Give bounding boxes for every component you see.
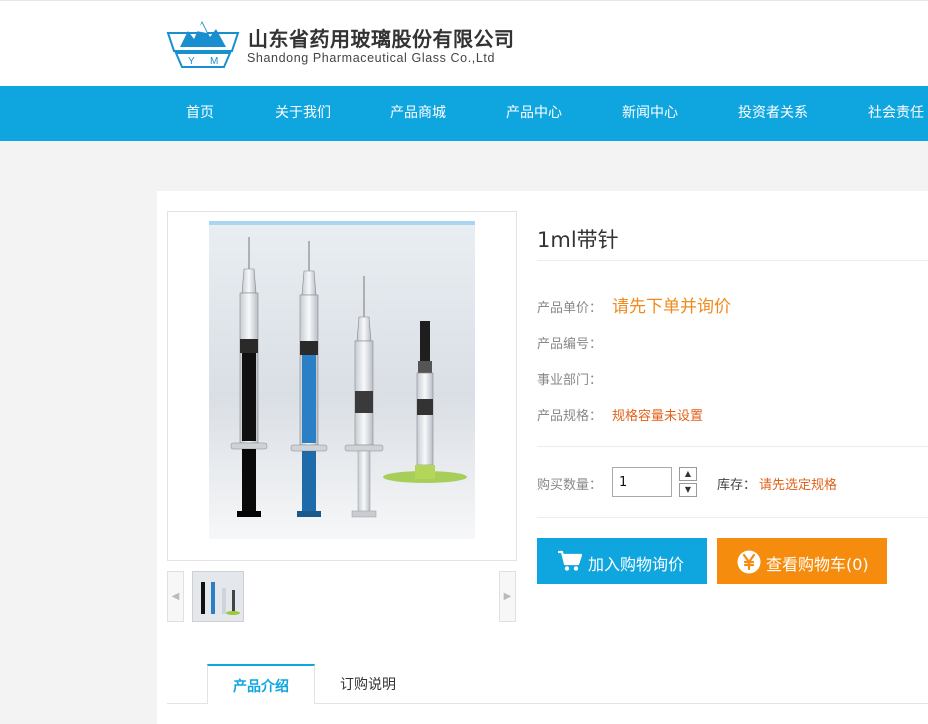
caret-up-icon: ▲	[684, 469, 692, 478]
syringe-thumbnail-image	[193, 572, 243, 621]
site-header: Y M 山东省药用玻璃股份有限公司 Shandong Pharmaceutica…	[0, 0, 928, 86]
chevron-left-icon: ◀	[171, 591, 180, 602]
view-cart-button[interactable]: 查看购物车(0)	[717, 538, 887, 584]
nav-item-social[interactable]: 社会责任	[868, 86, 924, 141]
nav-item-about[interactable]: 关于我们	[275, 86, 331, 141]
company-name-cn: 山东省药用玻璃股份有限公司	[248, 27, 515, 51]
spec-label: 产品规格：	[537, 409, 603, 424]
shopping-cart-icon	[558, 550, 583, 571]
stock-value: 请先选定规格	[759, 478, 838, 493]
product-thumbnail[interactable]	[192, 571, 244, 622]
quantity-input[interactable]	[612, 467, 672, 497]
company-logo[interactable]: Y M	[166, 17, 240, 69]
yen-circle-icon	[737, 550, 761, 574]
syringe-photo	[209, 221, 475, 539]
quantity-label: 购买数量：	[537, 478, 603, 493]
tab-product-intro[interactable]: 产品介绍	[207, 664, 315, 704]
add-to-cart-button[interactable]: 加入购物询价	[537, 538, 707, 584]
nav-item-mall[interactable]: 产品商城	[390, 86, 446, 141]
chevron-right-icon: ▶	[503, 591, 512, 602]
nav-item-home[interactable]: 首页	[186, 86, 214, 141]
product-main-image[interactable]	[167, 211, 517, 561]
department-label: 事业部门：	[537, 373, 603, 388]
company-name-en: Shandong Pharmaceutical Glass Co.,Ltd	[247, 51, 496, 65]
divider	[537, 517, 928, 518]
main-nav: 首页 关于我们 产品商城 产品中心 新闻中心 投资者关系 社会责任	[0, 86, 928, 141]
nav-item-investors[interactable]: 投资者关系	[738, 86, 808, 141]
view-cart-label: 查看购物车(0)	[766, 555, 869, 574]
quantity-increase-button[interactable]: ▲	[679, 467, 697, 481]
divider	[537, 446, 928, 447]
price-value: 请先下单并询价	[612, 297, 731, 317]
spec-value[interactable]: 规格容量未设置	[612, 405, 703, 424]
add-to-cart-label: 加入购物询价	[588, 555, 685, 574]
caret-down-icon: ▼	[684, 485, 692, 494]
nav-item-products[interactable]: 产品中心	[506, 86, 562, 141]
price-label: 产品单价：	[537, 301, 603, 316]
thumb-prev-button[interactable]: ◀	[167, 571, 184, 622]
product-code-label: 产品编号：	[537, 337, 603, 352]
svg-text:M: M	[210, 56, 218, 67]
divider	[537, 260, 928, 261]
svg-text:Y: Y	[188, 56, 195, 67]
quantity-decrease-button[interactable]: ▼	[679, 483, 697, 497]
thumb-next-button[interactable]: ▶	[499, 571, 516, 622]
tab-order-info[interactable]: 订购说明	[316, 664, 420, 704]
nav-item-news[interactable]: 新闻中心	[622, 86, 678, 141]
product-title: 1ml带针	[537, 228, 619, 252]
stock-label: 库存：	[717, 478, 757, 493]
